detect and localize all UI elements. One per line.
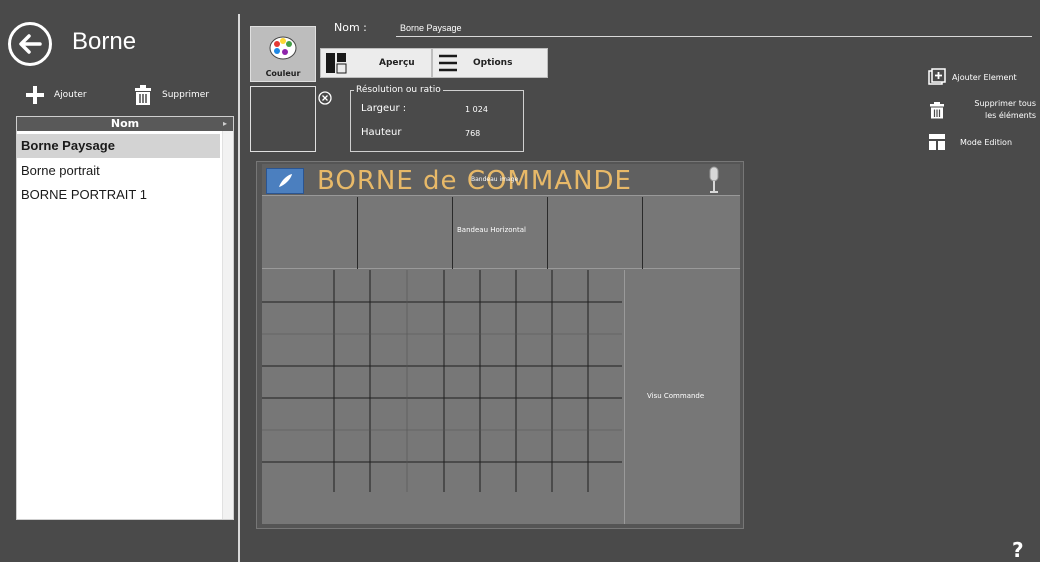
help-icon[interactable]: ? bbox=[1012, 538, 1024, 562]
plus-icon bbox=[26, 86, 44, 104]
delete-button[interactable]: Supprimer bbox=[132, 84, 209, 106]
trash-icon bbox=[930, 102, 944, 119]
name-label: Nom : bbox=[334, 21, 367, 34]
trash-icon bbox=[135, 85, 151, 105]
logo-icon bbox=[266, 168, 304, 194]
bandeau-label: Bandeau Horizontal bbox=[457, 226, 526, 234]
banner-image-label: Bandeau image bbox=[471, 176, 519, 183]
add-element-button[interactable]: Ajouter Element bbox=[928, 68, 1017, 86]
panel-divider bbox=[238, 14, 240, 562]
height-label: Hauteur bbox=[361, 127, 402, 138]
column-divider bbox=[547, 197, 548, 269]
color-preview bbox=[250, 86, 316, 152]
delete-all-label: Supprimer tous les éléments bbox=[974, 99, 1036, 120]
column-divider bbox=[642, 197, 643, 269]
delete-all-button[interactable]: Supprimer tous les éléments bbox=[928, 98, 1036, 122]
back-arrow-icon[interactable] bbox=[8, 22, 52, 66]
horizontal-banner-zone[interactable]: Bandeau Horizontal bbox=[262, 197, 740, 269]
arrow-left-icon bbox=[19, 34, 42, 54]
add-label: Ajouter bbox=[54, 90, 87, 100]
couleur-label: Couleur bbox=[265, 69, 301, 78]
banner-image-zone[interactable]: BORNE de COMMANDE Bandeau image bbox=[262, 164, 740, 196]
list-header[interactable]: Nom ▸ bbox=[17, 117, 233, 131]
delete-label: Supprimer bbox=[162, 90, 210, 100]
list-icon bbox=[439, 54, 457, 72]
resolution-legend: Résolution ou ratio bbox=[354, 85, 443, 95]
close-icon[interactable] bbox=[318, 91, 332, 105]
borne-list: Nom ▸ Borne Paysage Borne portrait BORNE… bbox=[16, 116, 234, 520]
brush-icon bbox=[279, 174, 292, 187]
resolution-group: Résolution ou ratio Largeur : 1 024 Haut… bbox=[350, 85, 524, 152]
mode-edition-button[interactable]: Mode Edition bbox=[928, 133, 1012, 151]
visu-label: Visu Commande bbox=[647, 392, 705, 400]
column-divider bbox=[452, 197, 453, 269]
list-header-label: Nom bbox=[110, 117, 140, 130]
height-field[interactable]: 768 bbox=[465, 129, 480, 138]
tab-apercu[interactable]: Aperçu bbox=[320, 48, 432, 78]
sort-arrow-icon: ▸ bbox=[222, 119, 227, 128]
add-square-icon bbox=[928, 68, 946, 85]
width-field[interactable]: 1 024 bbox=[465, 105, 488, 114]
tab-options-label: Options bbox=[473, 58, 513, 68]
name-field-underline bbox=[396, 36, 1032, 37]
width-label: Largeur : bbox=[361, 103, 407, 114]
layout-icon bbox=[326, 53, 347, 74]
page-title: Borne bbox=[72, 28, 137, 55]
grid-zone[interactable] bbox=[262, 270, 624, 524]
tab-apercu-label: Aperçu bbox=[379, 58, 415, 68]
list-scrollbar[interactable] bbox=[222, 131, 233, 519]
canvas-area: BORNE de COMMANDE Bandeau image Bandeau … bbox=[262, 164, 740, 524]
list-item[interactable]: Borne portrait bbox=[17, 159, 220, 183]
microphone-icon bbox=[709, 166, 719, 193]
name-field[interactable]: Borne Paysage bbox=[400, 23, 462, 33]
list-item[interactable]: Borne Paysage bbox=[17, 134, 220, 158]
list-item[interactable]: BORNE PORTRAIT 1 bbox=[17, 183, 220, 207]
left-panel: Borne Ajouter Supprimer Nom ▸ Borne Pays… bbox=[0, 0, 238, 562]
layout-canvas[interactable]: BORNE de COMMANDE Bandeau image Bandeau … bbox=[256, 161, 744, 529]
add-button[interactable]: Ajouter bbox=[24, 84, 87, 106]
column-divider bbox=[357, 197, 358, 269]
layout-icon bbox=[929, 134, 945, 150]
couleur-button[interactable]: Couleur bbox=[250, 26, 316, 82]
add-element-label: Ajouter Element bbox=[952, 72, 1017, 82]
mode-edition-label: Mode Edition bbox=[960, 137, 1013, 147]
visu-commande-zone[interactable]: Visu Commande bbox=[624, 270, 740, 524]
palette-icon bbox=[269, 36, 297, 60]
tab-options[interactable]: Options bbox=[432, 48, 548, 78]
